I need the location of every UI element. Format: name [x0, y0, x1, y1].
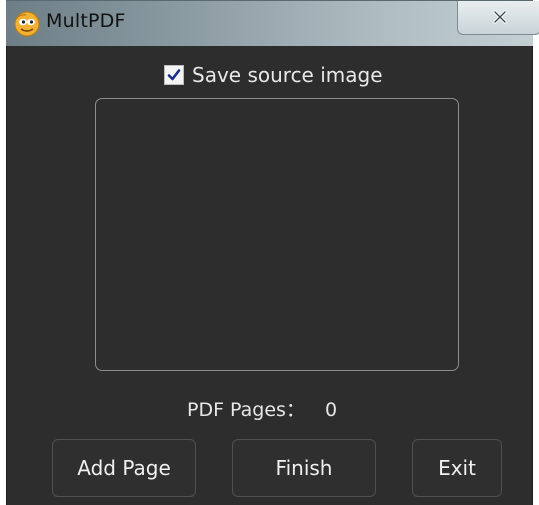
app-icon	[14, 11, 40, 37]
window-title: MultPDF	[46, 10, 126, 32]
finish-button[interactable]: Finish	[232, 439, 376, 497]
close-button[interactable]	[457, 1, 539, 35]
title-bar[interactable]: MultPDF	[6, 0, 539, 47]
client-area: Save source image PDF Pages： 0 Add Page F…	[6, 46, 533, 505]
image-preview-area	[95, 98, 459, 371]
pdf-pages-status: PDF Pages： 0	[187, 395, 337, 422]
multpdf-window: MultPDF Save source image PDF Pages： 0 Ad…	[0, 0, 539, 505]
save-source-image-option[interactable]: Save source image	[164, 63, 383, 87]
close-icon	[493, 10, 507, 24]
save-source-image-label: Save source image	[192, 63, 383, 87]
pdf-pages-label: PDF Pages：	[187, 399, 305, 421]
exit-button[interactable]: Exit	[412, 439, 502, 497]
save-source-image-checkbox[interactable]	[164, 65, 184, 85]
check-icon	[167, 69, 181, 81]
pdf-pages-count: 0	[324, 399, 338, 421]
add-page-button[interactable]: Add Page	[52, 439, 196, 497]
